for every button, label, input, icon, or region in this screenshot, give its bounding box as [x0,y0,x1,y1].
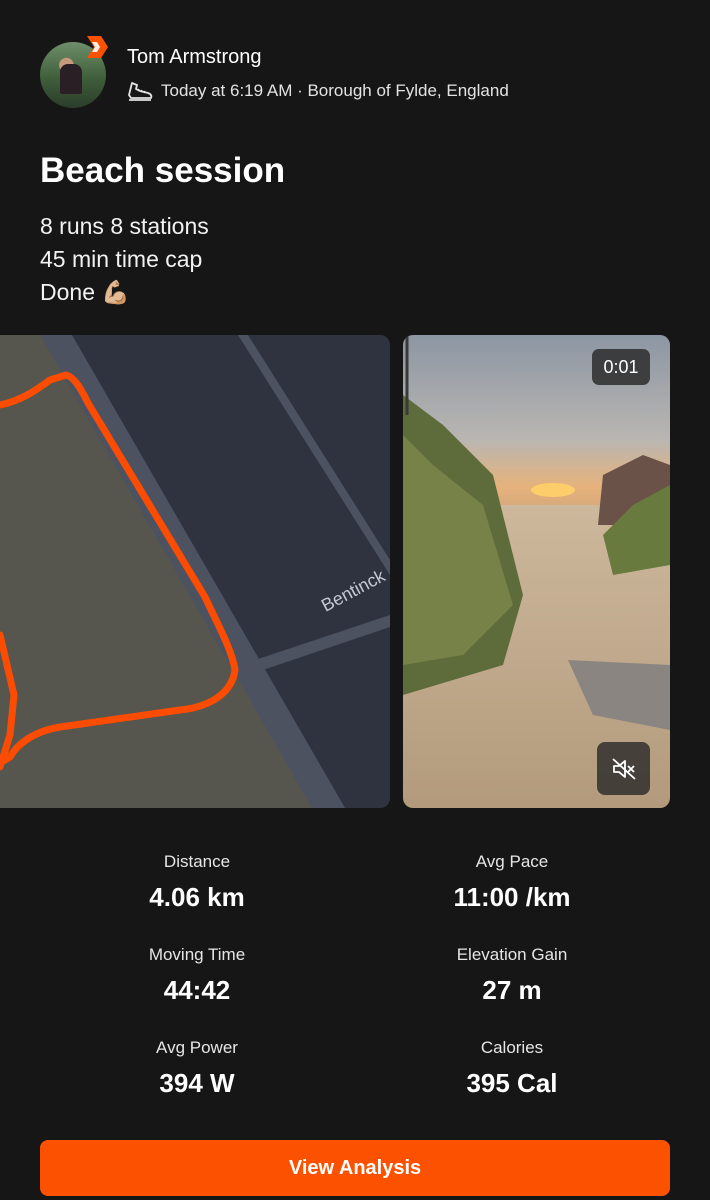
stat-value: 395 Cal [466,1068,558,1098]
speaker-muted-icon [611,757,636,780]
stat-value: 4.06 km [149,882,245,912]
activity-video-thumbnail[interactable] [403,335,670,808]
stat-value: 11:00 /km [453,882,571,912]
subscriber-badge-icon [87,36,108,58]
activity-meta: Today at 6:19 AM · Borough of Fylde, Eng… [161,81,509,100]
stat-value: 394 W [159,1068,235,1098]
mute-button[interactable] [597,742,650,795]
route-map[interactable] [0,335,390,808]
activity-title: Beach session [40,151,286,190]
beach-path-photo [403,335,670,808]
stat-label: Elevation Gain [456,945,568,964]
view-analysis-button[interactable]: View Analysis [40,1140,670,1196]
stat-label: Distance [163,852,231,871]
run-shoe-icon [128,82,153,101]
stat-value: 27 m [482,975,542,1005]
stat-avg-pace: Avg Pace 11:00 /km [362,852,662,912]
stat-avg-power: Avg Power 394 W [47,1038,347,1098]
athlete-avatar-container[interactable] [40,36,110,108]
stat-value: 44:42 [163,975,231,1005]
description-line: 8 runs 8 stations [40,213,209,239]
stat-label: Moving Time [148,945,246,964]
stat-calories: Calories 395 Cal [362,1038,662,1098]
video-duration-badge: 0:01 [592,349,650,385]
activity-description: 8 runs 8 stations 45 min time cap Done 💪… [40,210,209,309]
activity-header: Tom Armstrong Today at 6:19 AM · Borough… [40,36,509,108]
stat-label: Avg Power [156,1038,238,1057]
description-line: 45 min time cap [40,246,203,272]
map-canvas [0,335,390,808]
stat-elevation-gain: Elevation Gain 27 m [362,945,662,1005]
stat-label: Avg Pace [475,852,549,871]
athlete-name[interactable]: Tom Armstrong [127,44,509,70]
stat-label: Calories [480,1038,544,1057]
stat-distance: Distance 4.06 km [47,852,347,912]
stat-moving-time: Moving Time 44:42 [47,945,347,1005]
description-line: Done 💪🏼 [40,279,131,305]
